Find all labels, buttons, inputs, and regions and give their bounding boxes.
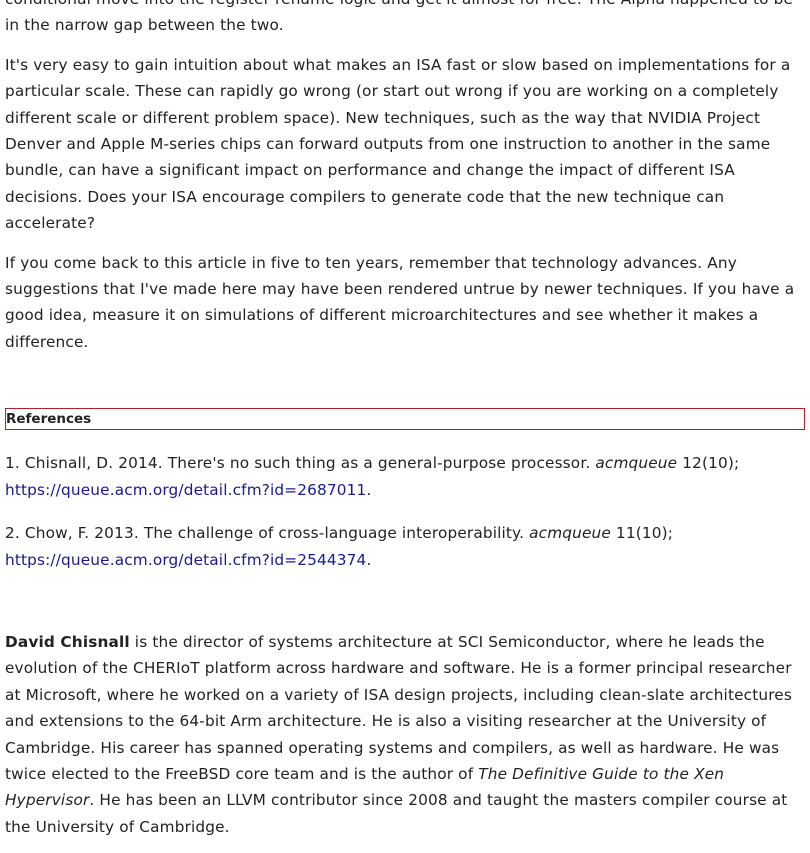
reference-period: . [366,550,372,569]
reference-link[interactable]: https://queue.acm.org/detail.cfm?id=2544… [5,551,366,569]
reference-link[interactable]: https://queue.acm.org/detail.cfm?id=2687… [5,481,366,499]
author-bio-text: is the director of systems architecture … [5,632,792,783]
article-body: conditional move into the register renam… [5,0,805,853]
author-bio: David Chisnall is the director of system… [5,629,805,840]
paragraph-isa-intuition: It's very easy to gain intuition about w… [5,55,791,233]
reference-journal: acmqueue [529,524,611,543]
reference-citation: 1. Chisnall, D. 2014. There's no such th… [5,454,596,473]
reference-item: 1. Chisnall, D. 2014. There's no such th… [5,450,805,503]
reference-volume: 12(10); [677,454,740,473]
reference-citation: 2. Chow, F. 2013. The challenge of cross… [5,524,530,543]
reference-volume: 11(10); [610,524,674,543]
author-bio-text-continued: . He has been an LLVM contributor since … [5,791,788,836]
author-name: David Chisnall [5,632,130,651]
reference-period: . [366,480,372,499]
paragraph-alpha: conditional move into the register renam… [5,0,793,35]
paragraph-technology-advances: If you come back to this article in five… [5,253,795,351]
references-list: 1. Chisnall, D. 2014. There's no such th… [5,450,805,573]
reference-item: 2. Chow, F. 2013. The challenge of cross… [5,520,805,573]
reference-journal: acmqueue [595,454,678,473]
references-heading: References [5,408,805,431]
